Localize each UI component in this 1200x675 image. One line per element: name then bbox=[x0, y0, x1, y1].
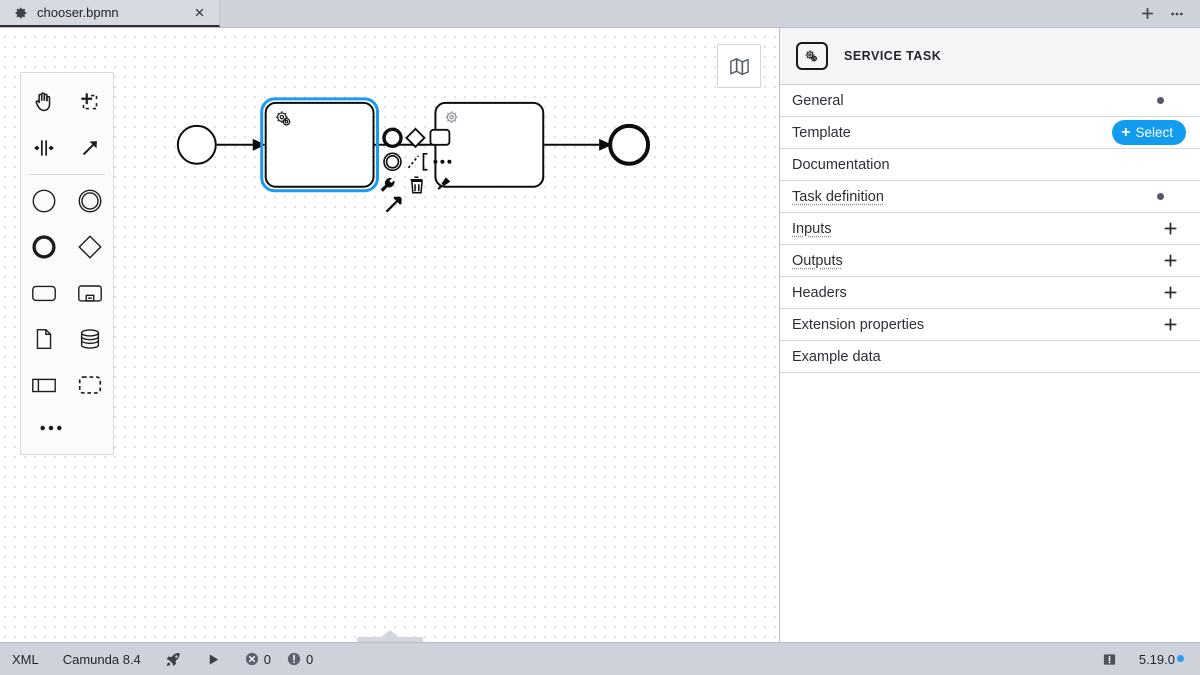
version-label: 5.19.0 bbox=[1138, 651, 1175, 667]
lasso-select-icon[interactable] bbox=[67, 79, 113, 125]
palette-more-button[interactable] bbox=[21, 408, 113, 448]
task-rounded-rect-icon[interactable] bbox=[21, 270, 67, 316]
plus-icon: + bbox=[1121, 123, 1131, 141]
map-icon bbox=[728, 55, 751, 78]
error-count-label: 0 bbox=[263, 651, 272, 667]
workspace: SERVICE TASK General Template + Select D… bbox=[0, 28, 1200, 642]
group-row-example-data[interactable]: Example data bbox=[780, 341, 1200, 373]
warning-count-label: 0 bbox=[306, 651, 314, 667]
group-label: General bbox=[792, 92, 844, 109]
template-select-button[interactable]: + Select bbox=[1112, 120, 1186, 145]
group-dashed-rect-icon[interactable] bbox=[67, 362, 113, 408]
group-label: Headers bbox=[792, 284, 847, 301]
end-event[interactable] bbox=[608, 123, 651, 166]
tab-bar-spacer bbox=[220, 0, 1134, 27]
data-object-page-icon[interactable] bbox=[21, 316, 67, 362]
deploy-button[interactable] bbox=[153, 643, 194, 675]
bpmn-palette[interactable] bbox=[20, 72, 114, 455]
append-intermediate-event[interactable] bbox=[383, 152, 402, 172]
run-button[interactable] bbox=[194, 643, 233, 675]
hand-icon[interactable] bbox=[21, 79, 67, 125]
select-button-label: Select bbox=[1135, 125, 1173, 140]
add-output-button[interactable] bbox=[1163, 253, 1179, 268]
group-label: Outputs bbox=[792, 252, 843, 269]
connect-arrow-icon[interactable] bbox=[385, 196, 402, 213]
palette-tools bbox=[21, 79, 113, 171]
add-input-button[interactable] bbox=[1163, 221, 1179, 236]
group-label: Template bbox=[792, 124, 851, 141]
service-task-icon bbox=[796, 42, 828, 70]
data-store-cylinder-icon[interactable] bbox=[67, 316, 113, 362]
group-row-extension-properties[interactable]: Extension properties bbox=[780, 309, 1200, 341]
page-title: SERVICE TASK bbox=[844, 49, 942, 63]
rocket-icon bbox=[165, 651, 182, 668]
group-label: Documentation bbox=[792, 156, 890, 173]
close-icon[interactable] bbox=[191, 5, 207, 21]
warning-count: 0 bbox=[287, 652, 313, 667]
new-tab-button[interactable] bbox=[1134, 3, 1160, 25]
add-header-button[interactable] bbox=[1163, 285, 1179, 300]
text-annotation-icon[interactable] bbox=[407, 152, 428, 171]
minimap-toggle-button[interactable] bbox=[717, 44, 761, 88]
group-row-task-definition[interactable]: Task definition bbox=[780, 181, 1200, 213]
group-row-documentation[interactable]: Documentation bbox=[780, 149, 1200, 181]
end-event-thick-circle-icon[interactable] bbox=[21, 224, 67, 270]
group-label: Extension properties bbox=[792, 316, 925, 333]
status-bar: XML Camunda 8.4 0 0 5.19.0 bbox=[0, 642, 1200, 675]
start-event[interactable] bbox=[176, 124, 217, 165]
chevron-up-icon bbox=[379, 630, 400, 638]
intermediate-event-double-circle-icon[interactable] bbox=[67, 178, 113, 224]
group-row-inputs[interactable]: Inputs bbox=[780, 213, 1200, 245]
update-available-dot bbox=[1177, 654, 1184, 662]
error-icon bbox=[245, 652, 259, 666]
notifications-button[interactable] bbox=[1090, 643, 1129, 675]
bpmn-canvas[interactable] bbox=[0, 28, 780, 642]
tab-bar-actions bbox=[1134, 0, 1200, 27]
append-task[interactable] bbox=[429, 128, 451, 146]
status-dot bbox=[1157, 193, 1164, 200]
tab-overflow-button[interactable] bbox=[1164, 3, 1190, 25]
group-row-headers[interactable]: Headers bbox=[780, 277, 1200, 309]
group-row-template[interactable]: Template + Select bbox=[780, 117, 1200, 149]
tab-chooser-bpmn[interactable]: chooser.bpmn bbox=[0, 0, 220, 27]
properties-panel-header: SERVICE TASK bbox=[780, 28, 1200, 85]
status-dot bbox=[1157, 97, 1164, 104]
notification-icon bbox=[1102, 652, 1117, 667]
subprocess-collapsed-icon[interactable] bbox=[67, 270, 113, 316]
engine-version-button[interactable]: Camunda 8.4 bbox=[51, 643, 153, 675]
version-indicator[interactable]: 5.19.0 bbox=[1129, 652, 1188, 667]
properties-panel: SERVICE TASK General Template + Select D… bbox=[780, 28, 1200, 642]
arrow-up-right-icon[interactable] bbox=[67, 125, 113, 171]
participant-pool-icon[interactable] bbox=[21, 362, 67, 408]
group-row-outputs[interactable]: Outputs bbox=[780, 245, 1200, 277]
play-icon bbox=[206, 652, 221, 667]
bpmn-diagram bbox=[176, 97, 651, 213]
trash-icon[interactable] bbox=[410, 176, 423, 194]
group-label: Task definition bbox=[792, 188, 884, 205]
add-extension-property-button[interactable] bbox=[1163, 317, 1179, 332]
palette-elements bbox=[21, 178, 113, 408]
gateway-diamond-icon[interactable] bbox=[67, 224, 113, 270]
ellipsis-icon[interactable] bbox=[433, 159, 452, 164]
warning-icon bbox=[287, 652, 301, 666]
problems-button[interactable]: 0 0 bbox=[233, 643, 325, 675]
xml-view-button[interactable]: XML bbox=[12, 643, 51, 675]
group-row-general[interactable]: General bbox=[780, 85, 1200, 117]
engine-label: Camunda 8.4 bbox=[62, 651, 141, 667]
error-count: 0 bbox=[245, 652, 271, 667]
gear-icon bbox=[14, 6, 28, 20]
app-window: chooser.bpmn SERVICE TASK General Templa… bbox=[0, 0, 1200, 675]
bottom-panel-handle[interactable] bbox=[356, 630, 423, 642]
start-event-circle-icon[interactable] bbox=[21, 178, 67, 224]
append-end-event[interactable] bbox=[382, 127, 403, 149]
group-label: Example data bbox=[792, 348, 881, 365]
space-tool-icon[interactable] bbox=[21, 125, 67, 171]
tab-label: chooser.bpmn bbox=[37, 5, 119, 20]
xml-label: XML bbox=[12, 651, 39, 667]
tab-bar: chooser.bpmn bbox=[0, 0, 1200, 28]
group-label: Inputs bbox=[792, 220, 832, 237]
wrench-icon[interactable] bbox=[380, 177, 395, 192]
palette-divider bbox=[29, 174, 105, 175]
